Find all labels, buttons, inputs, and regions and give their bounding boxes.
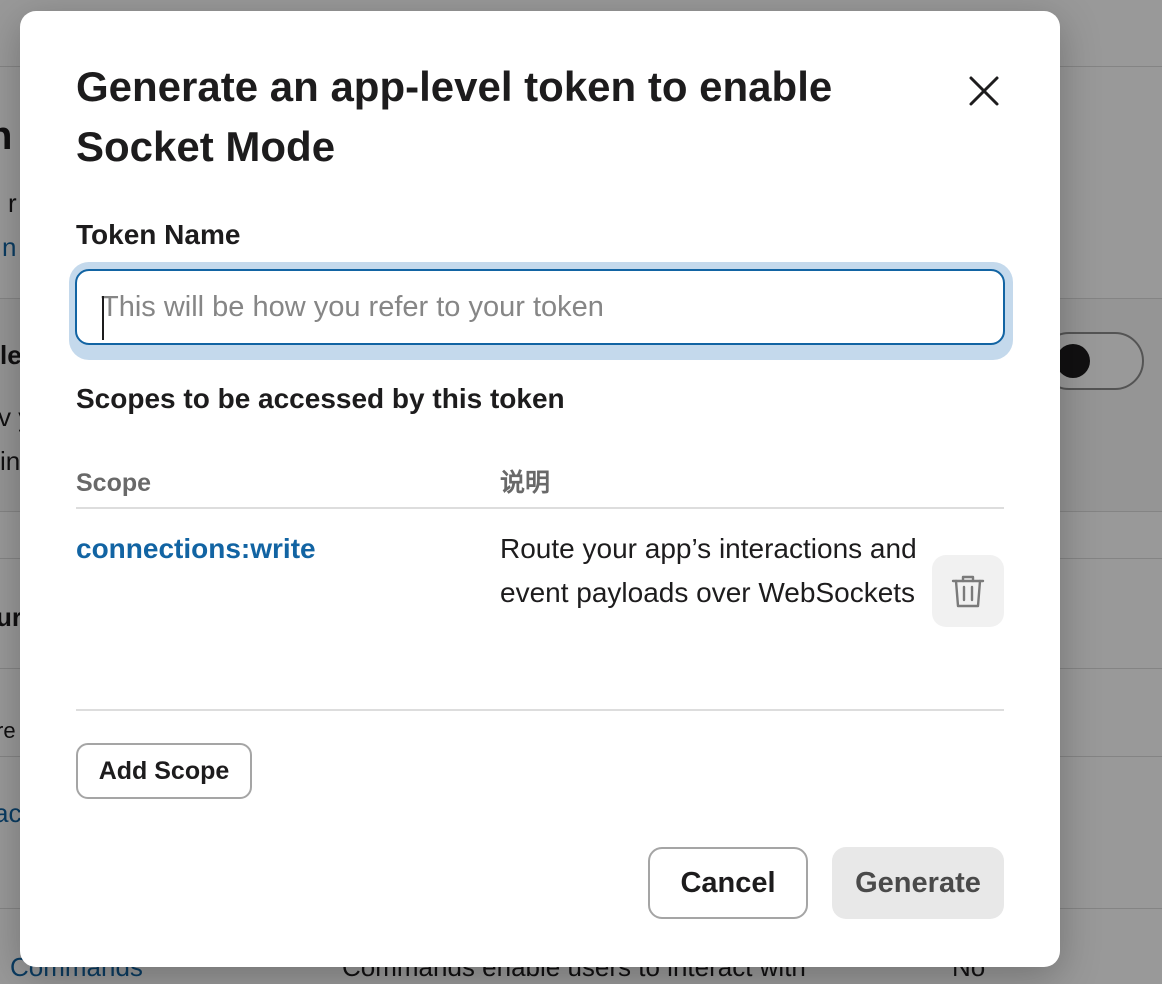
table-header-divider — [76, 507, 1004, 509]
text-caret — [102, 296, 104, 340]
scopes-heading: Scopes to be accessed by this token — [76, 383, 565, 414]
close-icon — [969, 76, 999, 106]
scope-description: Route your app’s interactions and event … — [500, 533, 917, 608]
generate-button[interactable]: Generate — [832, 847, 1004, 919]
cancel-button[interactable]: Cancel — [648, 847, 808, 919]
generate-token-modal: Generate an app-level token to enable So… — [20, 11, 1060, 967]
table-bottom-divider — [76, 709, 1004, 711]
scope-column-header: Scope — [76, 469, 152, 497]
close-button[interactable] — [958, 65, 1010, 117]
trash-icon — [951, 575, 985, 608]
modal-title: Generate an app-level token to enable So… — [76, 63, 833, 170]
scope-name-link[interactable]: connections:write — [76, 531, 316, 567]
token-name-label: Token Name — [76, 219, 241, 250]
delete-scope-button[interactable] — [932, 555, 1004, 627]
description-column-header: 说明 — [500, 469, 551, 497]
token-name-input[interactable] — [75, 269, 1005, 345]
add-scope-button[interactable]: Add Scope — [76, 743, 252, 799]
